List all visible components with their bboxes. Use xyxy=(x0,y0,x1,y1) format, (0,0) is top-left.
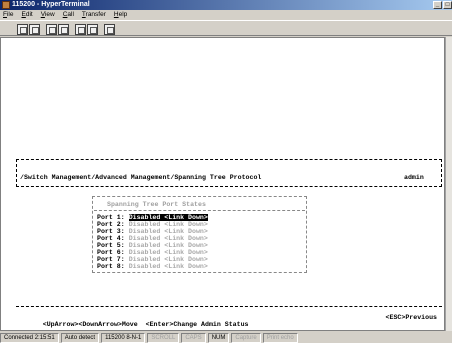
port-row[interactable]: Port 4: Disabled <Link Down> xyxy=(97,235,208,242)
connection-time: Connected 2:15:51 xyxy=(0,333,59,343)
disconnect-icon[interactable] xyxy=(46,24,57,35)
user-name: admin xyxy=(404,174,424,181)
window-title: 115200 - HyperTerminal xyxy=(12,1,90,8)
status-bar: Connected 2:15:51 Auto detect 115200 8-N… xyxy=(0,333,452,343)
receive-icon[interactable] xyxy=(87,24,98,35)
new-icon[interactable] xyxy=(17,24,28,35)
port-row[interactable]: Port 1: Disabled <Link Down> xyxy=(97,214,208,221)
menu-help[interactable]: Help xyxy=(114,10,127,19)
menu-call[interactable]: Call xyxy=(63,10,74,19)
hyperterminal-window: 115200 - HyperTerminal _ □ File Edit Vie… xyxy=(0,0,452,343)
menu-path: /Switch Management/Advanced Management/S… xyxy=(20,174,262,181)
scroll-indicator: SCROLL xyxy=(147,333,180,343)
properties-icon[interactable] xyxy=(58,24,69,35)
hyperterminal-icon xyxy=(2,1,10,9)
menu-file[interactable]: File xyxy=(3,10,14,19)
port-row[interactable]: Port 2: Disabled <Link Down> xyxy=(97,221,208,228)
settings-icon[interactable] xyxy=(104,24,115,35)
send-icon[interactable] xyxy=(75,24,86,35)
menu-edit[interactable]: Edit xyxy=(22,10,33,19)
port-row[interactable]: Port 8: Disabled <Link Down> xyxy=(97,263,208,270)
port-row[interactable]: Port 7: Disabled <Link Down> xyxy=(97,256,208,263)
minimize-button[interactable]: _ xyxy=(433,1,442,9)
toolbar xyxy=(0,20,452,36)
port-row[interactable]: Port 5: Disabled <Link Down> xyxy=(97,242,208,249)
detect-status: Auto detect xyxy=(60,333,100,343)
footer-divider xyxy=(16,306,442,307)
terminal-screen: /Switch Management/Advanced Management/S… xyxy=(4,119,443,328)
menu-bar: File Edit View Call Transfer Help xyxy=(0,10,452,19)
port-row[interactable]: Port 3: Disabled <Link Down> xyxy=(97,228,208,235)
port-row[interactable]: Port 6: Disabled <Link Down> xyxy=(97,249,208,256)
window-controls: _ □ xyxy=(432,0,452,10)
header-box xyxy=(16,159,442,187)
panel-title: Spanning Tree Port States xyxy=(107,201,206,208)
menu-transfer[interactable]: Transfer xyxy=(82,10,106,19)
vertical-scrollbar[interactable] xyxy=(445,37,452,331)
open-icon[interactable] xyxy=(29,24,40,35)
maximize-button[interactable]: □ xyxy=(443,1,452,9)
esc-hint: <ESC>Previous xyxy=(385,314,437,321)
nav-hint: <UpArrow><DownArrow>Move <Enter>Change A… xyxy=(42,321,249,328)
port-settings: 115200 8-N-1 xyxy=(101,333,146,343)
title-bar: 115200 - HyperTerminal _ □ xyxy=(0,0,452,10)
panel-divider xyxy=(94,210,305,211)
capture-indicator: Capture xyxy=(231,333,261,343)
menu-view[interactable]: View xyxy=(41,10,55,19)
print-echo-indicator: Print echo xyxy=(262,333,298,343)
num-indicator: NUM xyxy=(207,333,230,343)
caps-indicator: CAPS xyxy=(181,333,206,343)
